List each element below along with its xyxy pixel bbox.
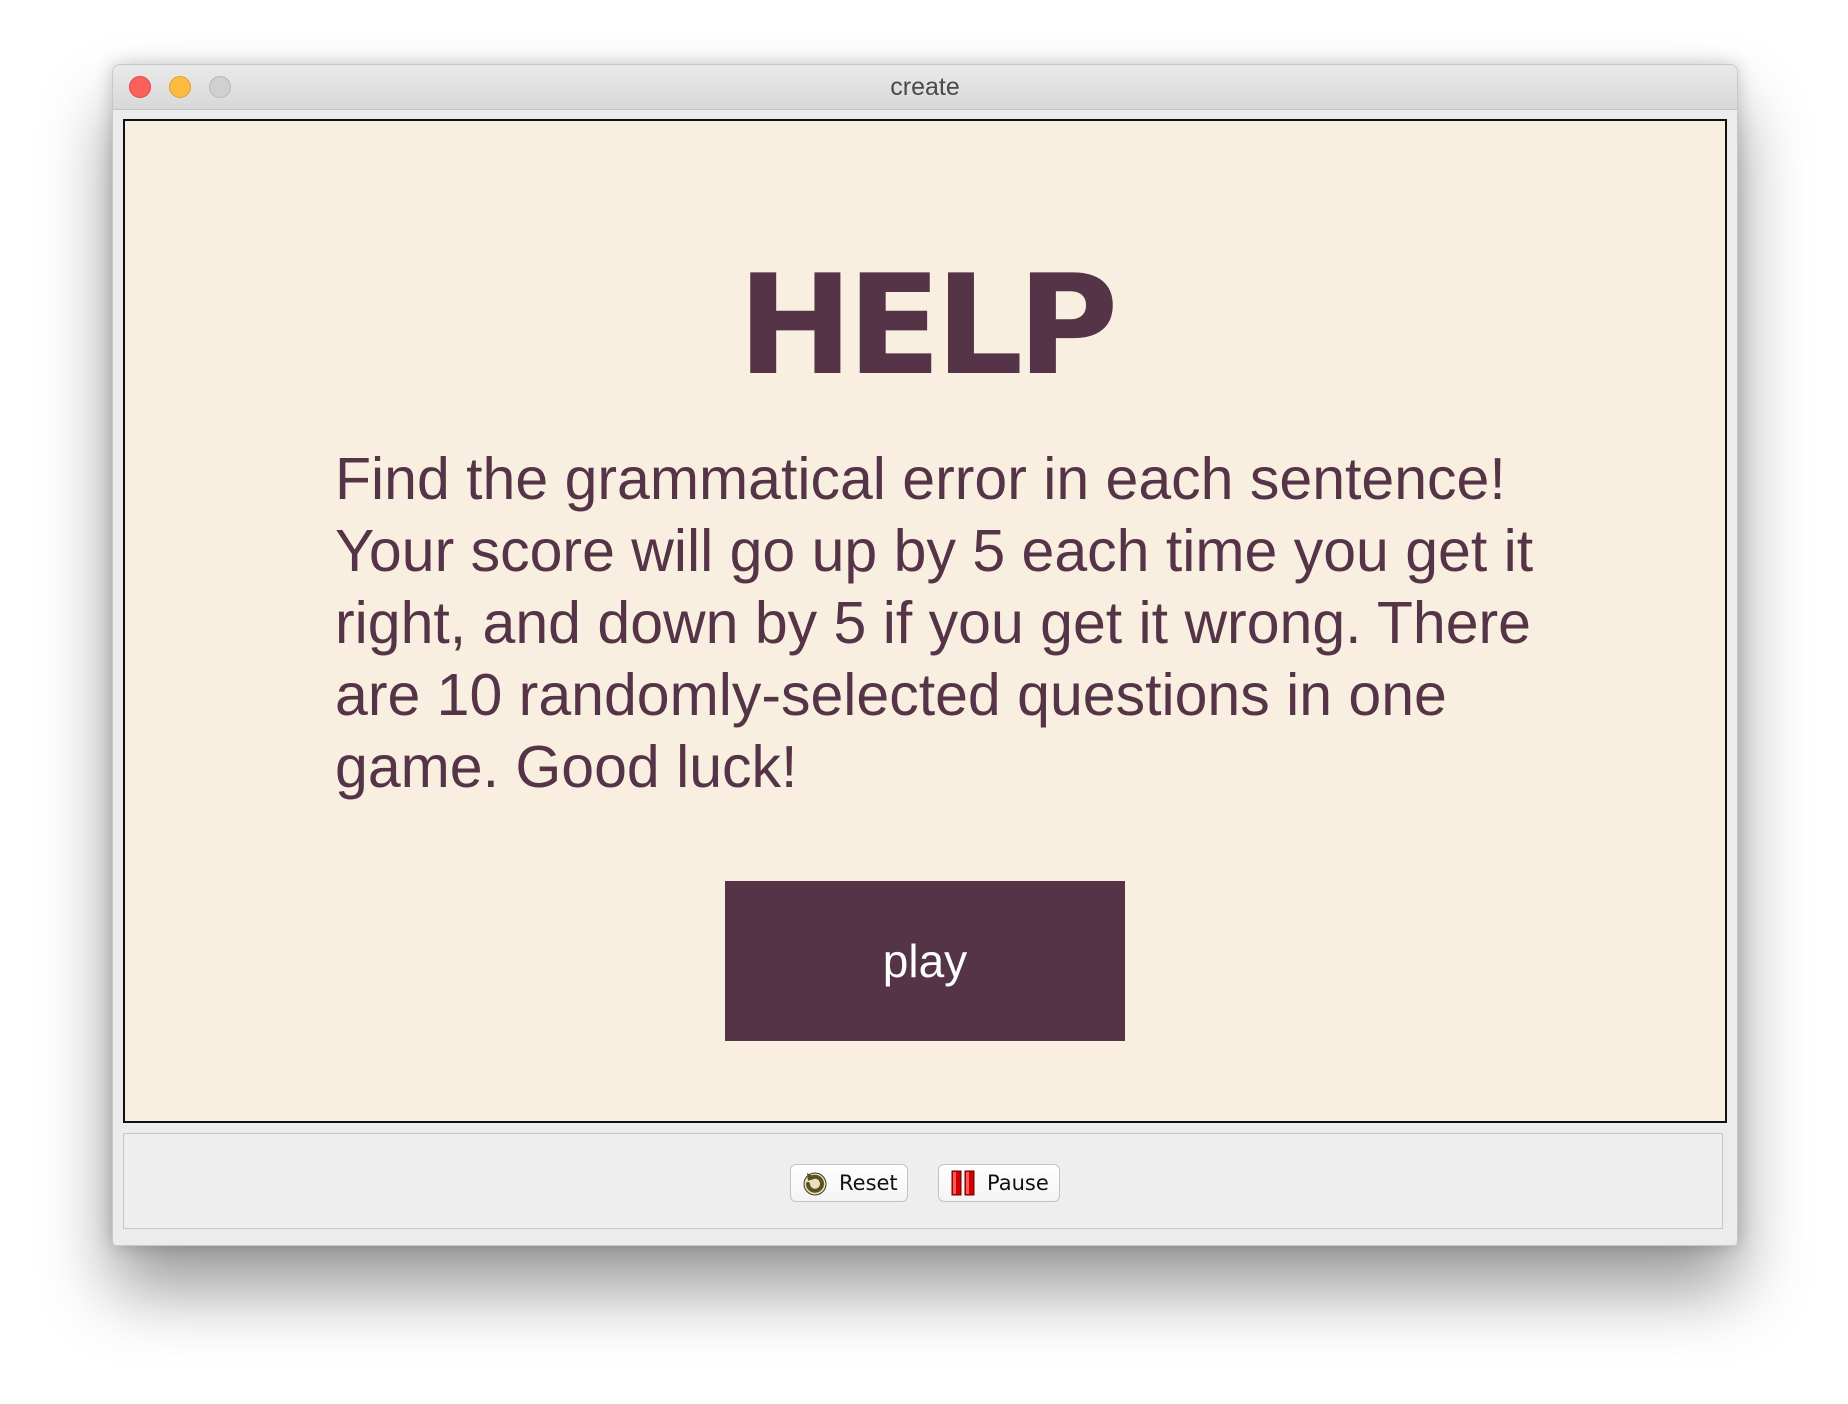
reset-label: Reset	[839, 1171, 898, 1195]
play-button[interactable]: play	[725, 881, 1125, 1041]
reset-icon	[801, 1169, 829, 1197]
reset-button[interactable]: Reset	[790, 1164, 908, 1202]
control-bar: Reset Pause	[123, 1133, 1723, 1229]
help-panel: HELP Find the grammatical error in each …	[123, 119, 1727, 1123]
help-instructions: Find the grammatical error in each sente…	[335, 446, 1534, 800]
pause-icon	[949, 1169, 977, 1197]
title-bar: create	[113, 65, 1737, 110]
pause-button[interactable]: Pause	[938, 1164, 1060, 1202]
help-title: HELP	[737, 245, 1119, 406]
window-title: create	[890, 73, 960, 101]
app-window: create HELP Find the grammatical error i…	[112, 64, 1738, 1246]
pause-label: Pause	[987, 1171, 1049, 1195]
